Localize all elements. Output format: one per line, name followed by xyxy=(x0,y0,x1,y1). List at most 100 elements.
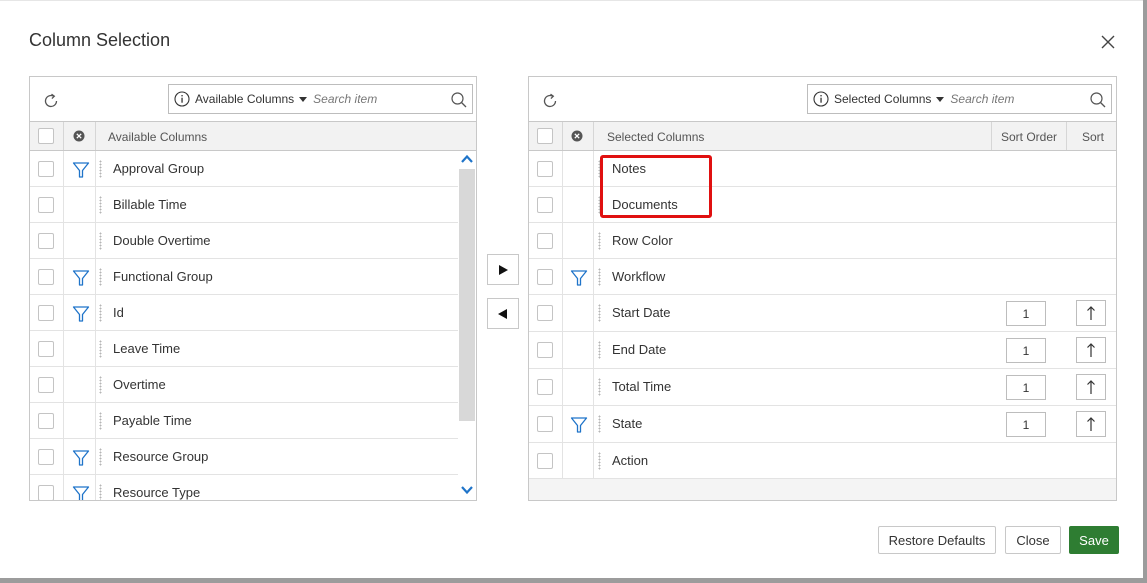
row-checkbox[interactable] xyxy=(38,341,54,357)
drag-handle[interactable] xyxy=(598,452,601,470)
list-item[interactable]: Resource Group xyxy=(30,439,458,475)
row-checkbox[interactable] xyxy=(38,413,54,429)
list-item[interactable]: Documents xyxy=(529,187,1116,223)
list-item[interactable]: End Date xyxy=(529,332,1116,369)
available-scrollbar[interactable] xyxy=(458,151,476,500)
filter-icon[interactable] xyxy=(570,416,588,434)
drag-handle[interactable] xyxy=(598,304,601,322)
row-checkbox[interactable] xyxy=(537,305,553,321)
sort-order-input[interactable] xyxy=(1006,375,1046,400)
remove-column-button[interactable] xyxy=(487,298,519,329)
sort-order-input[interactable] xyxy=(1006,338,1046,363)
drag-handle[interactable] xyxy=(598,232,601,250)
row-checkbox[interactable] xyxy=(537,342,553,358)
list-item[interactable]: Id xyxy=(30,295,458,331)
drag-handle[interactable] xyxy=(99,484,102,500)
refresh-icon[interactable] xyxy=(41,91,61,111)
list-item[interactable]: State xyxy=(529,406,1116,443)
row-checkbox[interactable] xyxy=(537,233,553,249)
row-checkbox[interactable] xyxy=(38,485,54,500)
row-checkbox[interactable] xyxy=(537,453,553,469)
row-checkbox[interactable] xyxy=(537,416,553,432)
column-label: State xyxy=(612,416,643,431)
list-item[interactable]: Row Color xyxy=(529,223,1116,259)
drag-handle[interactable] xyxy=(99,340,102,358)
sort-direction-button[interactable] xyxy=(1076,374,1106,400)
sort-direction-button[interactable] xyxy=(1076,411,1106,437)
drag-handle[interactable] xyxy=(99,196,102,214)
drag-handle[interactable] xyxy=(99,232,102,250)
filter-icon[interactable] xyxy=(72,449,90,467)
drag-handle[interactable] xyxy=(99,412,102,430)
drag-handle[interactable] xyxy=(598,196,601,214)
available-search-input[interactable] xyxy=(313,92,424,106)
sort-direction-button[interactable] xyxy=(1076,337,1106,363)
drag-handle[interactable] xyxy=(99,160,102,178)
row-checkbox[interactable] xyxy=(537,161,553,177)
sort-direction-button[interactable] xyxy=(1076,300,1106,326)
close-icon[interactable] xyxy=(1098,32,1118,52)
list-item[interactable]: Leave Time xyxy=(30,331,458,367)
select-all-selected-checkbox[interactable] xyxy=(537,128,553,144)
info-icon[interactable] xyxy=(813,91,829,107)
chevron-down-icon[interactable] xyxy=(936,96,945,102)
add-column-button[interactable] xyxy=(487,254,519,285)
filter-icon[interactable] xyxy=(72,305,90,323)
selected-columns-dropdown[interactable]: Selected Columns xyxy=(834,92,931,106)
sort-order-input[interactable] xyxy=(1006,412,1046,437)
search-icon[interactable] xyxy=(450,91,468,109)
drag-handle[interactable] xyxy=(598,160,601,178)
list-item[interactable]: Start Date xyxy=(529,295,1116,332)
list-item[interactable]: Payable Time xyxy=(30,403,458,439)
filter-icon[interactable] xyxy=(570,269,588,287)
chevron-down-icon[interactable] xyxy=(459,482,475,498)
list-item[interactable]: Billable Time xyxy=(30,187,458,223)
clear-icon[interactable] xyxy=(571,130,583,142)
search-icon[interactable] xyxy=(1089,91,1107,109)
clear-icon[interactable] xyxy=(73,130,85,142)
row-checkbox[interactable] xyxy=(38,197,54,213)
row-checkbox[interactable] xyxy=(537,379,553,395)
row-checkbox[interactable] xyxy=(38,305,54,321)
list-item[interactable]: Overtime xyxy=(30,367,458,403)
restore-defaults-button[interactable]: Restore Defaults xyxy=(878,526,996,554)
drag-handle[interactable] xyxy=(99,376,102,394)
drag-handle[interactable] xyxy=(598,268,601,286)
drag-handle[interactable] xyxy=(99,304,102,322)
scrollbar-thumb[interactable] xyxy=(459,169,475,421)
row-checkbox[interactable] xyxy=(38,233,54,249)
drag-handle[interactable] xyxy=(598,415,601,433)
save-button[interactable]: Save xyxy=(1069,526,1119,554)
row-checkbox[interactable] xyxy=(38,161,54,177)
list-item[interactable]: Action xyxy=(529,443,1116,479)
list-item[interactable]: Double Overtime xyxy=(30,223,458,259)
list-item[interactable]: Notes xyxy=(529,151,1116,187)
row-checkbox[interactable] xyxy=(537,197,553,213)
list-item[interactable]: Workflow xyxy=(529,259,1116,295)
chevron-down-icon[interactable] xyxy=(299,96,308,102)
column-label: Notes xyxy=(612,161,646,176)
refresh-icon[interactable] xyxy=(540,91,560,111)
close-button[interactable]: Close xyxy=(1005,526,1061,554)
drag-handle[interactable] xyxy=(598,341,601,359)
drag-handle[interactable] xyxy=(99,448,102,466)
row-checkbox[interactable] xyxy=(537,269,553,285)
info-icon[interactable] xyxy=(174,91,190,107)
select-all-available-checkbox[interactable] xyxy=(38,128,54,144)
available-columns-dropdown[interactable]: Available Columns xyxy=(195,92,294,106)
drag-handle[interactable] xyxy=(598,378,601,396)
row-checkbox[interactable] xyxy=(38,449,54,465)
filter-icon[interactable] xyxy=(72,161,90,179)
filter-icon[interactable] xyxy=(72,269,90,287)
row-checkbox[interactable] xyxy=(38,269,54,285)
list-item[interactable]: Total Time xyxy=(529,369,1116,406)
list-item[interactable]: Resource Type xyxy=(30,475,458,500)
drag-handle[interactable] xyxy=(99,268,102,286)
chevron-up-icon[interactable] xyxy=(459,151,475,167)
list-item[interactable]: Approval Group xyxy=(30,151,458,187)
filter-icon[interactable] xyxy=(72,485,90,500)
row-checkbox[interactable] xyxy=(38,377,54,393)
sort-order-input[interactable] xyxy=(1006,301,1046,326)
selected-search-input[interactable] xyxy=(950,92,1061,106)
list-item[interactable]: Functional Group xyxy=(30,259,458,295)
